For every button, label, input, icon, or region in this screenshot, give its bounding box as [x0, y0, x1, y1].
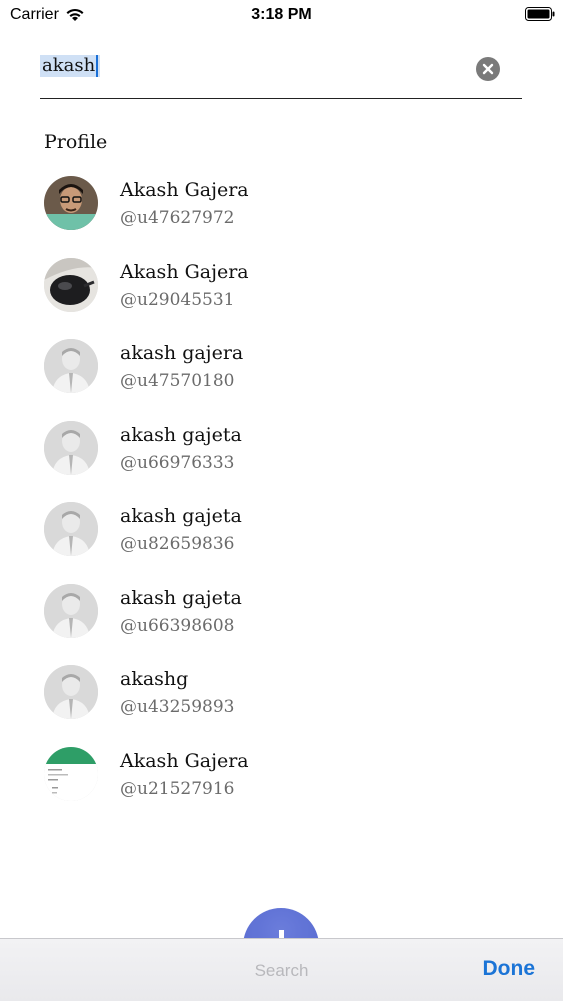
default-avatar-icon — [44, 339, 98, 393]
profile-list: Akash Gajera @u47627972 Akash Gajera @u2… — [44, 176, 524, 828]
profile-handle: @u29045531 — [120, 289, 235, 310]
text-caret — [96, 55, 99, 77]
profile-row[interactable]: akashg @u43259893 — [44, 665, 524, 747]
profile-row[interactable]: Akash Gajera @u21527916 — [44, 746, 524, 829]
keyboard-accessory-bar: Search Done — [0, 938, 563, 1001]
search-key-label: Search — [254, 961, 309, 980]
person-photo-icon — [44, 176, 98, 230]
profile-handle: @u47627972 — [120, 208, 235, 228]
screenshot-thumbnail-icon — [44, 746, 98, 801]
profile-name: akashg — [120, 668, 189, 690]
profile-handle: @u66976333 — [120, 452, 235, 473]
clear-search-button[interactable] — [476, 57, 500, 81]
profile-handle: @u47570180 — [120, 371, 235, 391]
profile-name: Akash Gajera — [120, 260, 249, 283]
clock: 3:18 PM — [251, 6, 312, 23]
profile-row[interactable]: akash gajera @u47570180 — [44, 339, 524, 421]
default-avatar-icon — [44, 420, 98, 475]
profile-name: akash gajeta — [120, 423, 242, 446]
done-button[interactable]: Done — [483, 957, 536, 981]
profile-handle: @u66398608 — [120, 615, 235, 636]
profile-row[interactable]: akash gajeta @u66398608 — [44, 583, 524, 666]
avatar — [44, 746, 98, 801]
profile-handle: @u43259893 — [120, 697, 235, 717]
profile-name: akash gajeta — [120, 586, 242, 609]
search-input[interactable]: akash — [40, 55, 101, 77]
profile-handle: @u21527916 — [120, 778, 235, 799]
profile-row[interactable]: Akash Gajera @u47627972 — [44, 176, 524, 258]
search-bar: akash — [40, 48, 522, 99]
profile-name: akash gajera — [120, 342, 244, 364]
avatar — [44, 176, 98, 230]
status-bar: Carrier 3:18 PM — [0, 0, 563, 30]
profile-name: akash gajeta — [120, 505, 242, 527]
avatar — [44, 665, 98, 719]
battery-icon — [525, 7, 555, 21]
profile-row[interactable]: akash gajeta @u66976333 — [44, 420, 524, 503]
default-avatar-icon — [44, 665, 98, 719]
avatar — [44, 502, 98, 556]
profile-row[interactable]: Akash Gajera @u29045531 — [44, 257, 524, 340]
search-text: akash — [42, 55, 96, 76]
profile-row[interactable]: akash gajeta @u82659836 — [44, 502, 524, 584]
close-icon — [482, 63, 494, 75]
avatar — [44, 339, 98, 393]
section-title: Profile — [44, 131, 108, 153]
default-avatar-icon — [44, 502, 98, 556]
avatar — [44, 420, 98, 475]
profile-name: Akash Gajera — [120, 179, 249, 201]
profile-name: Akash Gajera — [120, 749, 249, 772]
avatar — [44, 257, 98, 312]
profile-handle: @u82659836 — [120, 534, 235, 554]
object-photo-icon — [44, 257, 98, 312]
default-avatar-icon — [44, 583, 98, 638]
avatar — [44, 583, 98, 638]
